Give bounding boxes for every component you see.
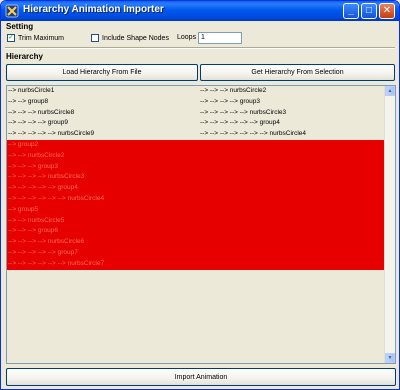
vertical-scrollbar[interactable]: ▲ ▼ <box>384 86 395 363</box>
list-item[interactable]: --> --> nurbsCircle2 <box>7 150 385 162</box>
app-icon <box>5 4 19 18</box>
list-item[interactable]: --> --> --> --> nurbsCircle3 <box>7 172 385 184</box>
list-item-label: --> --> --> nurbsCircle2 <box>200 87 267 94</box>
title-bar[interactable]: Hierarchy Animation Importer _ □ ✕ <box>1 1 399 21</box>
trim-maximum-checkbox[interactable]: ✓ Trim Maximum <box>7 34 64 42</box>
check-icon: ✓ <box>8 34 14 41</box>
list-item-label: --> --> --> nurbsCircle8 <box>8 108 75 116</box>
list-item-label: --> --> --> --> --> group4 <box>8 184 78 192</box>
list-item[interactable]: --> --> --> --> --> group7 <box>7 247 385 259</box>
list-item-label: --> --> --> group3 <box>8 162 59 170</box>
list-item[interactable]: --> --> --> group3 <box>7 161 385 173</box>
load-hierarchy-button[interactable]: Load Hierarchy From File <box>6 64 198 81</box>
scroll-up-button[interactable]: ▲ <box>385 86 395 96</box>
list-item[interactable]: --> group2 <box>7 139 385 151</box>
close-icon: ✕ <box>382 5 392 16</box>
scroll-down-icon: ▼ <box>387 355 393 361</box>
loops-label: Loops <box>177 34 197 41</box>
list-item-label: --> --> --> --> --> --> nurbsCircle4 <box>8 194 105 202</box>
checkbox-box[interactable]: ✓ <box>7 34 15 42</box>
list-item-label: --> group2 <box>8 140 39 148</box>
list-item-label: --> --> --> --> --> nurbsCircle9 <box>8 130 95 138</box>
hierarchy-label: Hierarchy <box>6 52 43 61</box>
list-item-label: --> --> --> --> --> --> --> nurbsCircle4 <box>200 130 307 138</box>
get-hierarchy-button[interactable]: Get Hierarchy From Selection <box>200 64 395 81</box>
hierarchy-list-rows: --> nurbsCircle1 --> --> --> nurbsCircle2… <box>7 86 385 270</box>
list-item[interactable]: --> --> --> --> nurbsCircle6 <box>7 237 385 248</box>
hierarchy-list[interactable]: --> nurbsCircle1 --> --> --> nurbsCircle2… <box>6 85 396 364</box>
minimize-icon: _ <box>348 5 354 16</box>
list-item[interactable]: --> --> --> --> --> --> nurbsCircle4 <box>7 193 385 205</box>
list-item[interactable]: --> --> --> --> --> --> nurbsCircle7 <box>7 258 385 270</box>
trim-maximum-label: Trim Maximum <box>18 34 65 42</box>
include-shape-nodes-checkbox[interactable]: Include Shape Nodes <box>91 34 169 42</box>
scroll-up-icon: ▲ <box>387 88 393 94</box>
list-item-label: --> --> --> --> nurbsCircle3 <box>8 173 85 181</box>
list-item[interactable]: --> --> --> --> group9 --> --> --> --> --… <box>7 118 385 129</box>
list-item-label: --> --> --> --> group3 <box>200 97 260 105</box>
importer-window: Hierarchy Animation Importer _ □ ✕ Setti… <box>0 0 400 390</box>
loops-input[interactable]: 1 <box>198 32 242 44</box>
window-title: Hierarchy Animation Importer <box>23 4 164 15</box>
list-item-label: --> --> --> --> group9 <box>8 119 68 127</box>
list-item[interactable]: --> --> --> group6 <box>7 226 385 238</box>
list-item-label: --> --> --> --> nurbsCircle6 <box>8 238 85 246</box>
minimize-button[interactable]: _ <box>343 3 359 19</box>
list-item-label: --> --> nurbsCircle2 <box>8 151 65 159</box>
list-item[interactable]: --> nurbsCircle1 --> --> --> nurbsCircle2 <box>7 86 385 97</box>
list-item-label: --> --> --> group6 <box>8 227 59 235</box>
scroll-down-button[interactable]: ▼ <box>385 353 395 363</box>
close-button[interactable]: ✕ <box>379 3 395 19</box>
list-item-label: --> --> --> --> --> --> group4 <box>200 119 280 127</box>
divider <box>5 47 395 49</box>
checkbox-box[interactable] <box>91 34 99 42</box>
list-item-label: --> --> nurbsCircle5 <box>8 216 65 224</box>
list-item[interactable]: --> --> --> nurbsCircle8 --> --> --> --> … <box>7 108 385 119</box>
setting-label: Setting <box>6 22 34 31</box>
list-item-label: --> group5 <box>8 205 39 213</box>
list-item-label: --> --> group8 <box>8 97 49 105</box>
list-item[interactable]: --> group5 <box>7 204 385 216</box>
list-item[interactable]: --> --> --> --> --> nurbsCircle9 --> --> … <box>7 129 385 140</box>
list-item[interactable]: --> --> group8 --> --> --> --> group3 <box>7 97 385 108</box>
maximize-icon: □ <box>365 5 373 16</box>
maximize-button[interactable]: □ <box>361 3 377 19</box>
list-item[interactable]: --> --> nurbsCircle5 <box>7 215 385 227</box>
list-item-label: --> --> --> --> --> group7 <box>8 248 78 256</box>
list-item[interactable]: --> --> --> --> --> group4 <box>7 183 385 194</box>
list-item-label: --> nurbsCircle1 <box>8 87 55 94</box>
list-item-label: --> --> --> --> --> --> nurbsCircle7 <box>8 259 105 267</box>
include-shape-nodes-label: Include Shape Nodes <box>102 34 169 42</box>
import-animation-button[interactable]: Import Animation <box>6 368 396 386</box>
list-item-label: --> --> --> --> --> nurbsCircle3 <box>200 108 287 116</box>
